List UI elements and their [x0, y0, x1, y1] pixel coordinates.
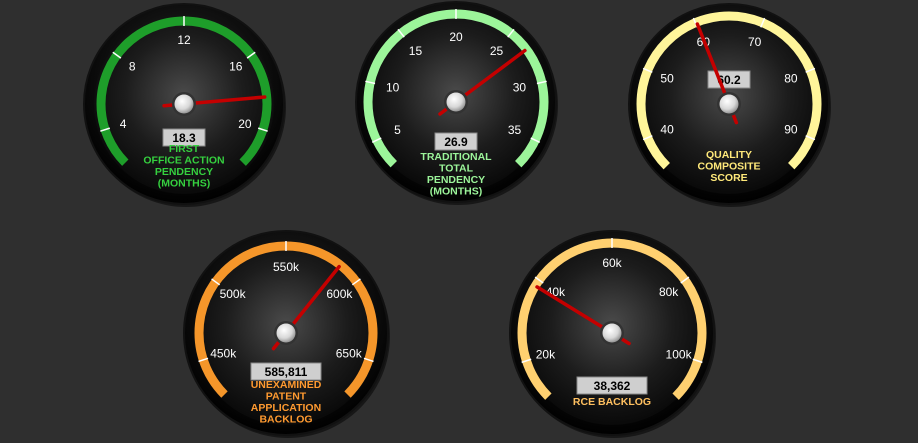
gauge-caption-line: APPLICATION	[251, 402, 321, 414]
gauge-tick-label: 50	[660, 71, 674, 85]
gauge-dashboard: 4812162018.3FIRSTOFFICE ACTIONPENDENCY(M…	[83, 1, 831, 438]
gauge-tick-label: 650k	[336, 346, 363, 360]
gauge-hub	[446, 92, 466, 112]
gauge-caption-line: (MONTHS)	[430, 186, 483, 198]
gauge-tick-label: 10	[386, 81, 400, 95]
gauge-hub	[719, 94, 739, 114]
gauge-tick-label: 60k	[602, 256, 622, 270]
gauge-caption-line: PENDENCY	[155, 166, 213, 178]
gauge-tick-label: 600k	[326, 287, 353, 301]
gauge-caption-line: OFFICE ACTION	[143, 155, 224, 167]
gauge-caption-line: PATENT	[266, 391, 307, 403]
gauge-caption-line: SCORE	[710, 172, 747, 184]
gauge-tick-label: 550k	[273, 260, 300, 274]
gauge-tick-label: 5	[394, 123, 401, 137]
gauge-caption-line: BACKLOG	[259, 414, 312, 426]
gauge-caption-line: RCE BACKLOG	[573, 396, 651, 408]
gauge-caption-line: COMPOSITE	[697, 161, 760, 173]
gauge-unexamined-application-backlog: 450k 500k 550k 600k 650k 585,811UNEXAMINEDPAT…	[183, 230, 390, 438]
gauge-value: 26.9	[444, 135, 468, 149]
gauge-tick-label: 20	[449, 30, 463, 44]
gauge-tick-label: 12	[177, 33, 191, 47]
gauge-tick-label: 500k	[220, 287, 247, 301]
gauge-caption-line: TOTAL	[439, 163, 474, 175]
gauge-tick-label: 80	[784, 71, 798, 85]
gauge-tick-label: 4	[120, 117, 127, 131]
gauge-tick-label: 100k	[666, 348, 693, 362]
gauge-value: 38,362	[594, 379, 631, 393]
gauge-caption-line: UNEXAMINED	[251, 379, 322, 391]
gauge-tick-label: 40	[660, 123, 674, 137]
gauge-tick-label: 450k	[210, 346, 237, 360]
gauge-tick-label: 35	[508, 123, 522, 137]
gauge-tick-label: 20k	[536, 348, 556, 362]
gauge-caption-line: TRADITIONAL	[420, 151, 492, 163]
gauge-value: 585,811	[265, 365, 308, 379]
gauge-tick-label: 80k	[659, 285, 679, 299]
gauge-tick-label: 15	[409, 44, 423, 58]
gauge-tick-label: 8	[129, 59, 136, 73]
gauge-tick-label: 25	[490, 44, 504, 58]
gauge-first-action-pendency: 4812162018.3FIRSTOFFICE ACTIONPENDENCY(M…	[83, 3, 286, 207]
gauge-traditional-total-pendency: 5 10 15 20 25 30 35 26.9 TRADITIONALTOTALPENDENC…	[355, 1, 558, 205]
gauge-rce-backlog: 20k40k60k80k100k38,362RCE BACKLOG	[509, 230, 716, 438]
gauge-hub	[276, 323, 296, 343]
gauge-tick-label: 90	[784, 123, 798, 137]
gauge-caption-line: FIRST	[169, 143, 200, 155]
gauge-caption-line: PENDENCY	[427, 174, 485, 186]
gauge-quality-composite-score: 40506070809060.2QUALITYCOMPOSITESCORE	[628, 3, 831, 207]
gauge-hub	[602, 323, 622, 343]
gauge-tick-label: 20	[238, 117, 252, 131]
gauge-hub	[174, 94, 194, 114]
gauge-tick-label: 70	[748, 35, 762, 49]
gauge-tick-label: 16	[229, 59, 243, 73]
gauge-caption-line: (MONTHS)	[158, 178, 211, 190]
gauge-caption-line: QUALITY	[706, 149, 752, 161]
gauge-tick-label: 30	[513, 81, 527, 95]
